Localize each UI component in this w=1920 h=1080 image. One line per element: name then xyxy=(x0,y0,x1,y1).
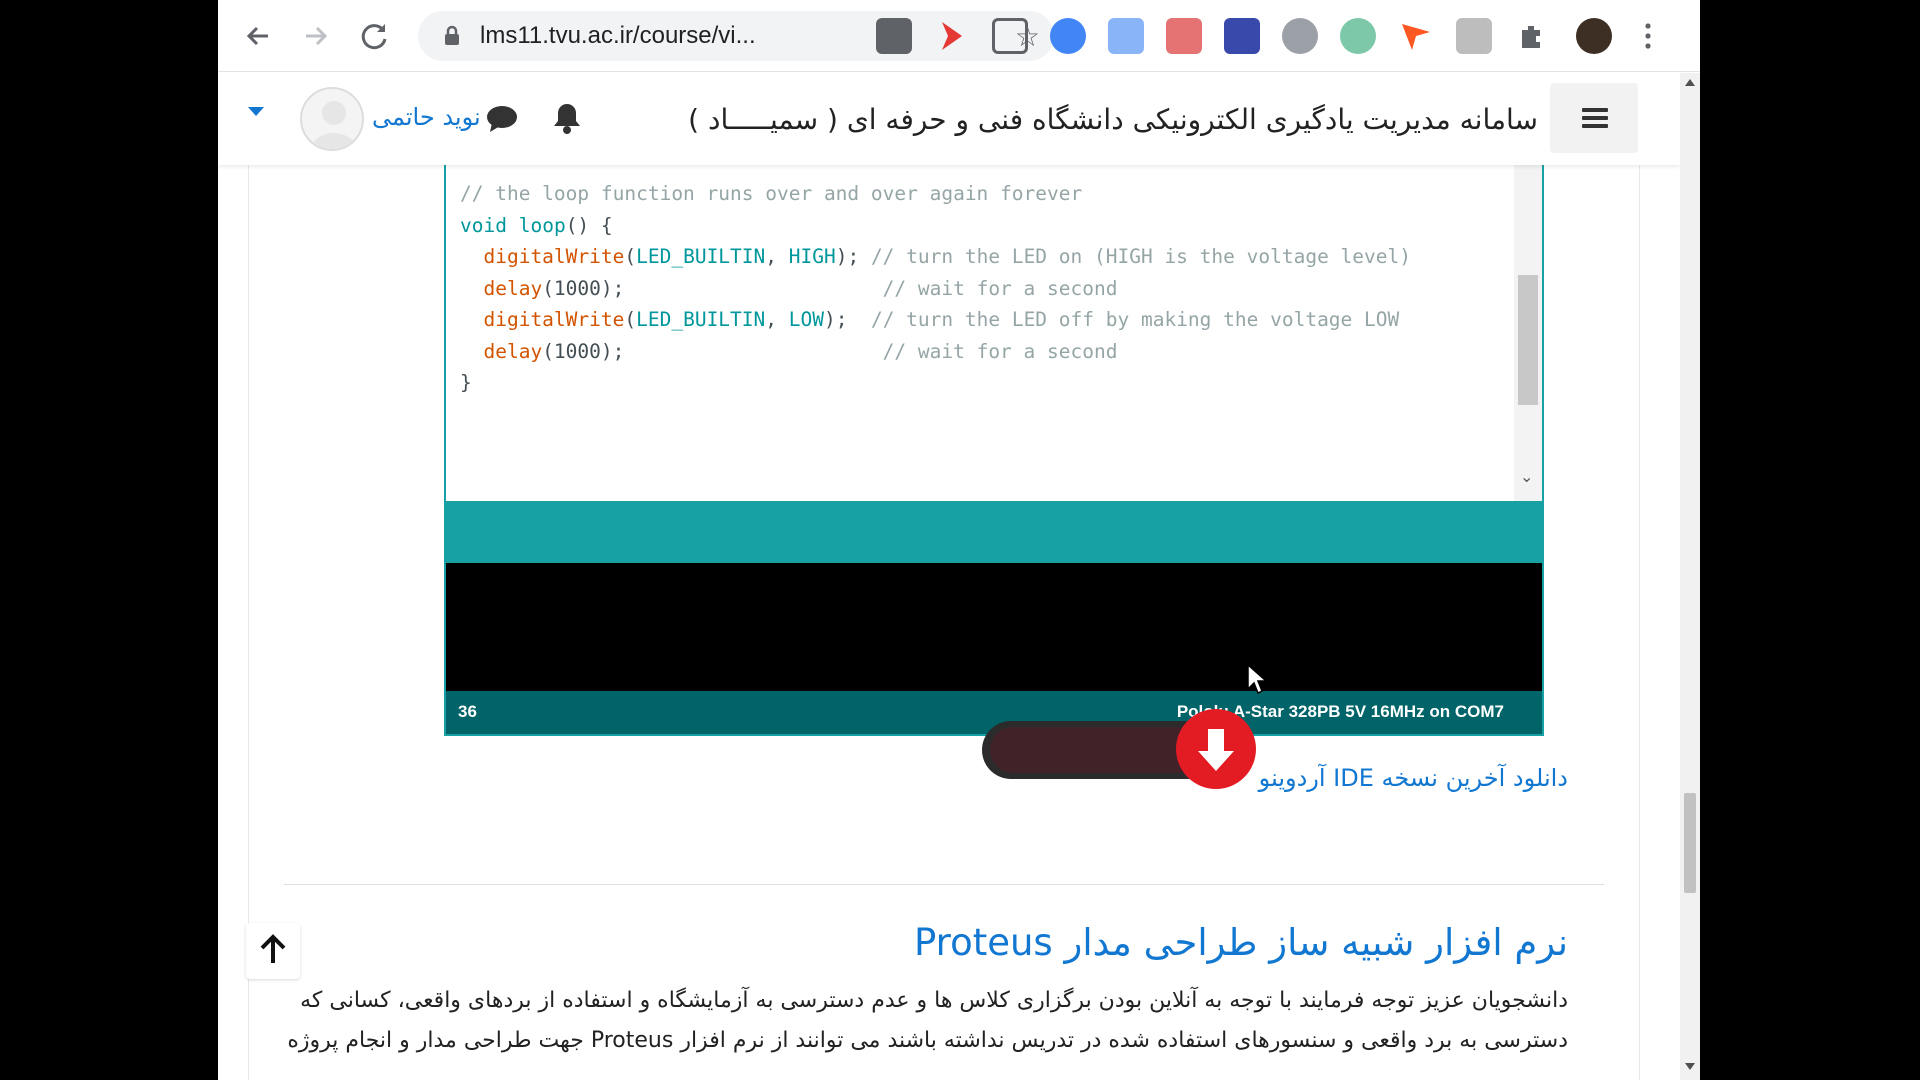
back-icon[interactable] xyxy=(238,16,278,56)
web-page: نوید حاتمی سامانه مدیریت یادگیری الکترون… xyxy=(218,73,1680,1080)
url-text[interactable]: lms11.tvu.ac.ir/course/vi... xyxy=(480,22,756,50)
chat-icon[interactable] xyxy=(486,105,518,133)
code-token: HIGH xyxy=(788,245,836,268)
extension-icon[interactable] xyxy=(1050,18,1086,54)
arrow-up-icon xyxy=(260,934,286,963)
back-to-top-button[interactable] xyxy=(246,923,300,979)
code-token: delay xyxy=(483,276,543,300)
site-title: سامانه مدیریت یادگیری الکترونیکی دانشگاه… xyxy=(688,103,1538,136)
profile-avatar[interactable] xyxy=(1576,18,1612,54)
code-token: // wait for a second xyxy=(624,276,1118,300)
page-scrollbar[interactable] xyxy=(1680,73,1700,1080)
code-token: digitalWrite xyxy=(483,308,625,331)
download-button-graphic[interactable] xyxy=(980,707,1264,791)
translate-icon[interactable] xyxy=(1108,18,1144,54)
code-scrollbar-thumb xyxy=(1518,275,1538,405)
extension-icon[interactable] xyxy=(1224,18,1260,54)
code-token: // wait for a second xyxy=(624,339,1118,363)
code-line: digitalWrite(LED_BUILTIN, HIGH); // turn… xyxy=(460,245,1411,268)
content-border xyxy=(1639,165,1640,1080)
code-token: // turn the LED off by making the voltag… xyxy=(847,308,1400,331)
bell-icon[interactable] xyxy=(552,101,582,135)
menu-button[interactable] xyxy=(1550,83,1638,153)
chevron-down-icon: ⌄ xyxy=(1520,467,1534,486)
code-line: } xyxy=(460,371,472,394)
code-line: delay(1000); // wait for a second xyxy=(460,340,1117,363)
code-token: ); xyxy=(835,245,860,268)
extensions-icon[interactable] xyxy=(1514,18,1550,54)
code-token: , xyxy=(765,308,789,331)
code-token: (1000); xyxy=(542,339,625,363)
code-token: LED_BUILTIN xyxy=(636,308,766,331)
code-token: LOW xyxy=(788,308,824,331)
reload-icon[interactable] xyxy=(354,16,394,56)
code-token: ( xyxy=(624,308,637,331)
scroll-down-icon[interactable] xyxy=(1685,1063,1695,1070)
code-token: (1000); xyxy=(542,276,625,300)
code-token: ); xyxy=(823,308,848,331)
globe-icon[interactable] xyxy=(1282,18,1318,54)
extension-icon[interactable] xyxy=(1340,18,1376,54)
code-line: delay(1000); // wait for a second xyxy=(460,277,1117,300)
code-token: digitalWrite xyxy=(483,245,625,268)
code-line: // the loop function runs over and over … xyxy=(460,182,1082,205)
page-scrollbar-thumb[interactable] xyxy=(1684,793,1696,893)
section-heading[interactable]: نرم افزار شبیه ساز طراحی مدار Proteus xyxy=(914,921,1568,964)
lock-icon[interactable] xyxy=(440,24,464,48)
code-line: digitalWrite(LED_BUILTIN, LOW); // turn … xyxy=(460,308,1399,331)
code-token: , xyxy=(765,245,789,268)
paragraph-line: دانشجویان عزیز توجه فرمایند با توجه به آ… xyxy=(300,988,1568,1013)
forward-icon[interactable] xyxy=(296,16,336,56)
browser-window: lms11.tvu.ac.ir/course/vi... ☆ نوید حاتم… xyxy=(218,0,1700,1080)
code-editor: } // the loop function runs over and over… xyxy=(446,135,1542,501)
extension-icon[interactable] xyxy=(1166,18,1202,54)
extension-icon[interactable] xyxy=(934,18,970,54)
code-line: void loop() { xyxy=(460,214,613,237)
browser-toolbar: lms11.tvu.ac.ir/course/vi... ☆ xyxy=(218,0,1700,72)
code-token: } xyxy=(460,371,472,394)
screen: lms11.tvu.ac.ir/course/vi... ☆ نوید حاتم… xyxy=(0,0,1920,1080)
more-icon[interactable] xyxy=(1638,18,1658,54)
code-token: LED_BUILTIN xyxy=(636,245,766,268)
avatar[interactable] xyxy=(300,87,364,151)
code-token: void xyxy=(460,213,507,237)
download-ide-link[interactable]: دانلود آخرین نسخه IDE آردوینو xyxy=(1259,764,1568,792)
extension-icon[interactable] xyxy=(1456,18,1492,54)
paragraph-line: دسترسی به برد واقعی و سنسورهای استفاده ش… xyxy=(287,1028,1568,1053)
code-token: ( xyxy=(624,245,637,268)
code-token: // turn the LED on (HIGH is the voltage … xyxy=(859,245,1411,268)
code-token: loop xyxy=(518,213,566,237)
site-header: نوید حاتمی سامانه مدیریت یادگیری الکترون… xyxy=(218,73,1680,165)
arduino-ide-screenshot: } // the loop function runs over and over… xyxy=(444,133,1544,736)
code-token: delay xyxy=(483,339,543,363)
code-scrollbar: ⌄ xyxy=(1514,135,1542,501)
hamburger-icon xyxy=(1582,108,1608,112)
ide-console xyxy=(446,563,1542,691)
scroll-up-icon[interactable] xyxy=(1685,79,1695,86)
extension-icon[interactable] xyxy=(992,18,1028,54)
user-menu-caret-icon[interactable] xyxy=(248,107,264,116)
mouse-cursor-icon xyxy=(1247,663,1268,695)
code-token: () { xyxy=(565,213,613,237)
ide-divider xyxy=(446,501,1542,563)
code-token: // the loop function runs over and over … xyxy=(460,182,1083,205)
extension-icon[interactable] xyxy=(1398,18,1434,54)
line-number: 36 xyxy=(458,702,477,721)
section-divider xyxy=(284,884,1604,885)
user-name[interactable]: نوید حاتمی xyxy=(372,103,481,131)
extension-icon[interactable] xyxy=(876,18,912,54)
